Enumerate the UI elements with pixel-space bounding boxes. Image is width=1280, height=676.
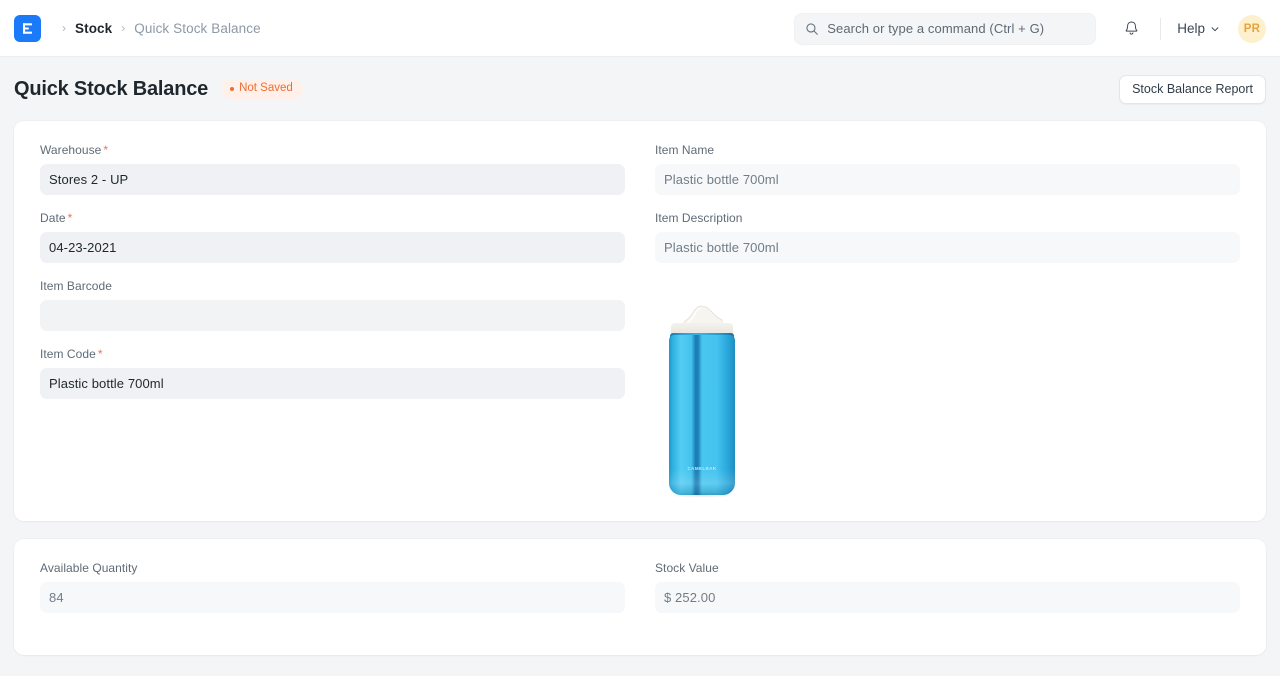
input-date[interactable]: 04-23-2021 bbox=[40, 232, 625, 263]
stock-summary-grid: Available Quantity 84 Stock Value $ 252.… bbox=[40, 561, 1240, 629]
stock-balance-report-button[interactable]: Stock Balance Report bbox=[1119, 75, 1266, 104]
label-date-text: Date bbox=[40, 211, 66, 225]
label-date: Date* bbox=[40, 211, 625, 225]
status-badge: Not Saved bbox=[222, 79, 303, 99]
page-header-actions: Stock Balance Report bbox=[1119, 57, 1266, 121]
breadcrumb: › Stock › Quick Stock Balance bbox=[53, 21, 261, 36]
field-date: Date* 04-23-2021 bbox=[40, 211, 625, 263]
field-item-code: Item Code* Plastic bottle 700ml bbox=[40, 347, 625, 399]
label-item-code: Item Code* bbox=[40, 347, 625, 361]
label-item-barcode: Item Barcode bbox=[40, 279, 625, 293]
bottle-shadow bbox=[667, 492, 737, 498]
bell-icon bbox=[1123, 20, 1140, 37]
input-item-description[interactable]: Plastic bottle 700ml bbox=[655, 232, 1240, 263]
field-item-description: Item Description Plastic bottle 700ml bbox=[655, 211, 1240, 263]
label-warehouse-text: Warehouse bbox=[40, 143, 101, 157]
input-stock-value[interactable]: $ 252.00 bbox=[655, 582, 1240, 613]
status-dot-icon bbox=[230, 87, 234, 91]
label-item-code-text: Item Code bbox=[40, 347, 96, 361]
help-menu[interactable]: Help bbox=[1175, 17, 1222, 40]
app-logo-icon[interactable] bbox=[14, 15, 41, 42]
form-column-right: Item Name Plastic bottle 700ml Item Desc… bbox=[655, 143, 1240, 495]
field-item-barcode: Item Barcode bbox=[40, 279, 625, 331]
notifications-button[interactable] bbox=[1116, 14, 1146, 44]
item-details-grid: Warehouse* Stores 2 - UP Date* 04-23-202… bbox=[40, 143, 1240, 495]
label-warehouse: Warehouse* bbox=[40, 143, 625, 157]
required-asterisk: * bbox=[68, 211, 73, 225]
page-header: Quick Stock Balance Not Saved Stock Bala… bbox=[0, 57, 1280, 121]
navbar-right: Search or type a command (Ctrl + G) Help… bbox=[794, 0, 1266, 57]
stock-summary-card: Available Quantity 84 Stock Value $ 252.… bbox=[14, 539, 1266, 655]
field-stock-value: Stock Value $ 252.00 bbox=[655, 561, 1240, 629]
item-image-wrap: CAMELBAK CAMELBAK bbox=[655, 305, 1240, 495]
input-item-code[interactable]: Plastic bottle 700ml bbox=[40, 368, 625, 399]
breadcrumb-separator-0: › bbox=[62, 22, 66, 34]
search-placeholder: Search or type a command (Ctrl + G) bbox=[827, 21, 1044, 36]
form-column-left: Warehouse* Stores 2 - UP Date* 04-23-202… bbox=[40, 143, 625, 495]
search-input[interactable]: Search or type a command (Ctrl + G) bbox=[794, 13, 1096, 45]
label-item-name: Item Name bbox=[655, 143, 1240, 157]
page-title: Quick Stock Balance bbox=[14, 78, 208, 101]
avatar[interactable]: PR bbox=[1238, 15, 1266, 43]
bottle-body: CAMELBAK bbox=[669, 335, 735, 495]
input-item-name[interactable]: Plastic bottle 700ml bbox=[655, 164, 1240, 195]
search-icon bbox=[805, 22, 819, 36]
label-available-quantity: Available Quantity bbox=[40, 561, 625, 575]
breadcrumb-separator-1: › bbox=[121, 22, 125, 34]
breadcrumb-item-stock[interactable]: Stock bbox=[75, 21, 112, 36]
help-label: Help bbox=[1177, 21, 1205, 36]
item-image: CAMELBAK CAMELBAK bbox=[669, 305, 735, 495]
required-asterisk: * bbox=[103, 143, 108, 157]
input-warehouse[interactable]: Stores 2 - UP bbox=[40, 164, 625, 195]
navbar-divider bbox=[1160, 18, 1161, 40]
breadcrumb-item-quick-stock-balance[interactable]: Quick Stock Balance bbox=[134, 21, 260, 36]
input-item-barcode[interactable] bbox=[40, 300, 625, 331]
label-item-description: Item Description bbox=[655, 211, 1240, 225]
label-stock-value: Stock Value bbox=[655, 561, 1240, 575]
chevron-down-icon bbox=[1210, 24, 1220, 34]
field-available-quantity: Available Quantity 84 bbox=[40, 561, 625, 613]
item-details-card: Warehouse* Stores 2 - UP Date* 04-23-202… bbox=[14, 121, 1266, 521]
input-available-quantity[interactable]: 84 bbox=[40, 582, 625, 613]
required-asterisk: * bbox=[98, 347, 103, 361]
status-badge-label: Not Saved bbox=[239, 83, 293, 95]
field-item-name: Item Name Plastic bottle 700ml bbox=[655, 143, 1240, 195]
navbar: › Stock › Quick Stock Balance Search or … bbox=[0, 0, 1280, 57]
bottle-bottom-brand-label: CAMELBAK bbox=[688, 466, 717, 473]
field-warehouse: Warehouse* Stores 2 - UP bbox=[40, 143, 625, 195]
